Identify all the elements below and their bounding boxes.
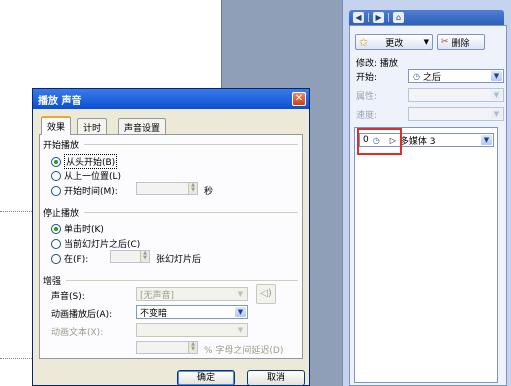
clock-icon: ◷ <box>413 71 420 81</box>
divider <box>66 280 298 281</box>
animate-text-select[interactable]: ▼ <box>136 323 248 337</box>
enhance-group-title: 增强 <box>43 277 62 287</box>
radio-label: 从上一位置(L) <box>64 172 122 182</box>
slide-guide-line <box>0 211 34 212</box>
radio-button[interactable] <box>51 170 61 181</box>
radio-label: 单击时(K) <box>64 225 104 235</box>
radio-button[interactable] <box>51 238 61 249</box>
star-icon: ✩ <box>359 35 369 49</box>
ok-button[interactable]: 确定 <box>177 370 235 386</box>
dialog-titlebar: 播放 声音 ✕ <box>33 89 309 109</box>
chevron-down-icon: ▼ <box>491 109 502 119</box>
radio-button[interactable] <box>51 253 61 264</box>
radio-label: 开始时间(M): <box>64 187 118 197</box>
speaker-icon[interactable]: ◁) <box>256 284 276 304</box>
taskpane-header: ◀ | ▶ | ⌂ <box>349 10 504 25</box>
radio-button[interactable] <box>51 185 61 196</box>
chevron-down-icon: ▼ <box>491 71 502 81</box>
radio-on-click[interactable]: 单击时(K) <box>51 222 104 235</box>
dialog-title: 播放 声音 <box>38 95 82 107</box>
sound-select-value: [无声音] <box>140 290 175 301</box>
chevron-down-icon: ▼ <box>491 90 502 100</box>
animate-text-label: 动画文本(X): <box>51 328 104 338</box>
slide-guide-line <box>0 358 34 359</box>
delete-button-label: 删除 <box>451 38 470 49</box>
animation-name: 多媒体 3 <box>399 136 436 147</box>
delete-icon: ✂ <box>441 37 449 47</box>
after-slides-label: 张幻灯片后 <box>156 255 202 265</box>
taskpane-body: ✩ 更改 ▼ ✂ 删除 修改: 播放 开始: ◷ 之后 ▼ 属性: ▼ 速度: … <box>349 25 507 386</box>
speed-label: 速度: <box>356 111 378 121</box>
after-animation-select[interactable]: 不变暗 ▼ <box>136 305 248 319</box>
tab-effect[interactable]: 效果 <box>41 116 72 135</box>
divider <box>84 144 298 145</box>
start-time-spinner[interactable]: ▲ ▼ <box>136 182 198 195</box>
radio-start-time[interactable]: 开始时间(M): <box>51 184 118 197</box>
start-group-title: 开始播放 <box>43 141 80 151</box>
separator: | <box>387 12 391 23</box>
chevron-down-icon: ▼ <box>235 289 246 299</box>
spinner-arrows-icon[interactable]: ▲ ▼ <box>188 342 197 353</box>
letter-delay-label: % 字母之间延迟(D) <box>204 346 284 356</box>
tab-sound-settings[interactable]: 声音设置 <box>118 118 167 134</box>
change-button[interactable]: ✩ 更改 ▼ <box>355 34 433 50</box>
sound-select[interactable]: [无声音] ▼ <box>136 287 248 301</box>
speed-select[interactable]: ▼ <box>408 107 504 121</box>
chevron-down-icon: ▼ <box>235 325 246 335</box>
close-icon[interactable]: ✕ <box>292 92 306 106</box>
start-select-value: 之后 <box>422 72 441 83</box>
spinner-arrows-icon[interactable]: ▲ ▼ <box>188 183 197 194</box>
highlight-box <box>357 128 402 155</box>
start-label: 开始: <box>356 73 378 83</box>
seconds-unit: 秒 <box>204 187 214 197</box>
sound-label: 声音(S): <box>51 292 85 302</box>
radio-label: 在(F): <box>64 255 89 265</box>
after-slides-spinner[interactable]: ▲ ▼ <box>110 250 150 263</box>
delete-button[interactable]: ✂ 删除 <box>437 34 485 50</box>
radio-from-beginning[interactable]: 从头开始(B) <box>51 154 118 169</box>
forward-icon[interactable]: ▶ <box>373 12 385 23</box>
chevron-down-icon: ▼ <box>235 307 246 317</box>
after-animation-label: 动画播放后(A): <box>51 310 113 320</box>
play-sound-dialog: 播放 声音 ✕ 效果 计时 声音设置 开始播放 从头开始(B) 从上一位置(L)… <box>32 88 310 386</box>
radio-button[interactable] <box>51 156 61 167</box>
start-select[interactable]: ◷ 之后 ▼ <box>408 69 504 83</box>
back-icon[interactable]: ◀ <box>353 12 364 23</box>
animation-list: 0 ◷ ▷ 多媒体 3 ▼ <box>354 127 498 383</box>
chevron-down-icon: ▼ <box>423 38 429 46</box>
property-select[interactable]: ▼ <box>408 88 504 102</box>
tab-timing[interactable]: 计时 <box>77 118 108 134</box>
custom-animation-pane: ◀ | ▶ | ⌂ ✩ 更改 ▼ ✂ 删除 修改: 播放 开始: ◷ 之后 ▼ … <box>342 0 511 386</box>
home-icon[interactable]: ⌂ <box>393 12 405 23</box>
change-button-label: 更改 <box>385 38 404 49</box>
radio-label: 当前幻灯片之后(C) <box>64 240 141 250</box>
tab-panel: 开始播放 从头开始(B) 从上一位置(L) 开始时间(M): ▲ ▼ 秒 停止播放… <box>39 134 303 359</box>
chevron-down-icon[interactable]: ▼ <box>481 135 492 145</box>
after-animation-value: 不变暗 <box>140 308 168 319</box>
radio-label: 从头开始(B) <box>64 154 118 169</box>
spinner-arrows-icon[interactable]: ▲ ▼ <box>140 251 149 262</box>
cancel-button[interactable]: 取消 <box>247 370 305 386</box>
letter-delay-spinner[interactable]: ▲ ▼ <box>136 341 198 354</box>
property-label: 属性: <box>356 92 378 102</box>
modify-label: 修改: 播放 <box>356 59 398 69</box>
divider <box>84 212 298 213</box>
radio-button[interactable] <box>51 223 61 234</box>
separator: | <box>367 12 371 23</box>
radio-after-current-slide[interactable]: 当前幻灯片之后(C) <box>51 237 140 250</box>
radio-after-slides[interactable]: 在(F): <box>51 252 88 265</box>
stop-group-title: 停止播放 <box>43 209 80 219</box>
radio-from-last-position[interactable]: 从上一位置(L) <box>51 169 121 182</box>
